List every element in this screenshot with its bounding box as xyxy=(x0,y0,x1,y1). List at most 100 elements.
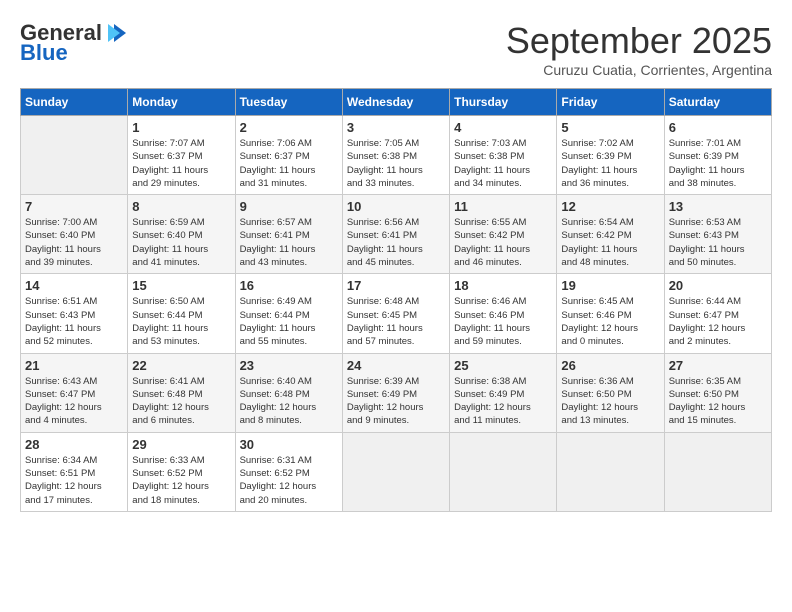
day-info: Sunrise: 6:35 AM Sunset: 6:50 PM Dayligh… xyxy=(669,375,767,428)
calendar-cell: 27 Sunrise: 6:35 AM Sunset: 6:50 PM Dayli… xyxy=(664,353,771,432)
calendar-cell: 10Sunrise: 6:56 AM Sunset: 6:41 PM Dayli… xyxy=(342,195,449,274)
day-info: Sunrise: 6:36 AM Sunset: 6:50 PM Dayligh… xyxy=(561,375,659,428)
calendar-cell: 11 Sunrise: 6:55 AM Sunset: 6:42 PM Dayli… xyxy=(450,195,557,274)
calendar-cell: 26 Sunrise: 6:36 AM Sunset: 6:50 PM Dayli… xyxy=(557,353,664,432)
calendar-cell: 7 Sunrise: 7:00 AM Sunset: 6:40 PM Daylig… xyxy=(21,195,128,274)
day-number: 24 xyxy=(347,358,445,373)
calendar-cell: 3 Sunrise: 7:05 AM Sunset: 6:38 PM Daylig… xyxy=(342,116,449,195)
day-info: Sunrise: 6:31 AM Sunset: 6:52 PM Dayligh… xyxy=(240,454,338,507)
calendar-cell: 15 Sunrise: 6:50 AM Sunset: 6:44 PM Dayli… xyxy=(128,274,235,353)
calendar-cell: 29 Sunrise: 6:33 AM Sunset: 6:52 PM Dayli… xyxy=(128,432,235,511)
calendar-table: SundayMondayTuesdayWednesdayThursdayFrid… xyxy=(20,88,772,512)
day-number: 6 xyxy=(669,120,767,135)
calendar-cell: 4Sunrise: 7:03 AM Sunset: 6:38 PM Daylig… xyxy=(450,116,557,195)
day-number: 7 xyxy=(25,199,123,214)
day-info: Sunrise: 6:55 AM Sunset: 6:42 PM Dayligh… xyxy=(454,216,552,269)
day-info: Sunrise: 7:02 AM Sunset: 6:39 PM Dayligh… xyxy=(561,137,659,190)
day-number: 21 xyxy=(25,358,123,373)
day-header-sunday: Sunday xyxy=(21,89,128,116)
page-header: General Blue September 2025 Curuzu Cuati… xyxy=(20,20,772,78)
calendar-cell: 5 Sunrise: 7:02 AM Sunset: 6:39 PM Daylig… xyxy=(557,116,664,195)
day-header-tuesday: Tuesday xyxy=(235,89,342,116)
day-info: Sunrise: 6:51 AM Sunset: 6:43 PM Dayligh… xyxy=(25,295,123,348)
day-info: Sunrise: 6:57 AM Sunset: 6:41 PM Dayligh… xyxy=(240,216,338,269)
calendar-cell: 22 Sunrise: 6:41 AM Sunset: 6:48 PM Dayli… xyxy=(128,353,235,432)
day-number: 3 xyxy=(347,120,445,135)
logo-blue-text: Blue xyxy=(20,40,68,66)
day-info: Sunrise: 6:44 AM Sunset: 6:47 PM Dayligh… xyxy=(669,295,767,348)
day-header-saturday: Saturday xyxy=(664,89,771,116)
calendar-cell: 20 Sunrise: 6:44 AM Sunset: 6:47 PM Dayli… xyxy=(664,274,771,353)
day-number: 22 xyxy=(132,358,230,373)
day-number: 13 xyxy=(669,199,767,214)
calendar-cell: 30 Sunrise: 6:31 AM Sunset: 6:52 PM Dayli… xyxy=(235,432,342,511)
day-info: Sunrise: 6:50 AM Sunset: 6:44 PM Dayligh… xyxy=(132,295,230,348)
day-info: Sunrise: 7:01 AM Sunset: 6:39 PM Dayligh… xyxy=(669,137,767,190)
day-info: Sunrise: 6:46 AM Sunset: 6:46 PM Dayligh… xyxy=(454,295,552,348)
day-info: Sunrise: 6:38 AM Sunset: 6:49 PM Dayligh… xyxy=(454,375,552,428)
day-number: 26 xyxy=(561,358,659,373)
calendar-cell xyxy=(557,432,664,511)
day-number: 15 xyxy=(132,278,230,293)
title-block: September 2025 Curuzu Cuatia, Corrientes… xyxy=(506,20,772,78)
day-number: 11 xyxy=(454,199,552,214)
calendar-cell: 8 Sunrise: 6:59 AM Sunset: 6:40 PM Daylig… xyxy=(128,195,235,274)
month-year: September 2025 xyxy=(506,20,772,62)
calendar-cell: 24 Sunrise: 6:39 AM Sunset: 6:49 PM Dayli… xyxy=(342,353,449,432)
calendar-cell: 1Sunrise: 7:07 AM Sunset: 6:37 PM Daylig… xyxy=(128,116,235,195)
day-number: 19 xyxy=(561,278,659,293)
day-info: Sunrise: 6:49 AM Sunset: 6:44 PM Dayligh… xyxy=(240,295,338,348)
day-number: 29 xyxy=(132,437,230,452)
calendar-cell: 12 Sunrise: 6:54 AM Sunset: 6:42 PM Dayli… xyxy=(557,195,664,274)
day-header-monday: Monday xyxy=(128,89,235,116)
day-number: 8 xyxy=(132,199,230,214)
day-number: 9 xyxy=(240,199,338,214)
day-number: 30 xyxy=(240,437,338,452)
day-info: Sunrise: 6:54 AM Sunset: 6:42 PM Dayligh… xyxy=(561,216,659,269)
day-info: Sunrise: 6:41 AM Sunset: 6:48 PM Dayligh… xyxy=(132,375,230,428)
day-header-thursday: Thursday xyxy=(450,89,557,116)
day-info: Sunrise: 6:43 AM Sunset: 6:47 PM Dayligh… xyxy=(25,375,123,428)
day-info: Sunrise: 7:07 AM Sunset: 6:37 PM Dayligh… xyxy=(132,137,230,190)
day-info: Sunrise: 6:33 AM Sunset: 6:52 PM Dayligh… xyxy=(132,454,230,507)
calendar-cell: 9 Sunrise: 6:57 AM Sunset: 6:41 PM Daylig… xyxy=(235,195,342,274)
day-number: 14 xyxy=(25,278,123,293)
day-number: 23 xyxy=(240,358,338,373)
day-number: 18 xyxy=(454,278,552,293)
calendar-cell: 25 Sunrise: 6:38 AM Sunset: 6:49 PM Dayli… xyxy=(450,353,557,432)
day-number: 25 xyxy=(454,358,552,373)
day-header-wednesday: Wednesday xyxy=(342,89,449,116)
day-info: Sunrise: 6:48 AM Sunset: 6:45 PM Dayligh… xyxy=(347,295,445,348)
day-number: 20 xyxy=(669,278,767,293)
calendar-cell xyxy=(450,432,557,511)
day-number: 16 xyxy=(240,278,338,293)
logo: General Blue xyxy=(20,20,128,66)
day-info: Sunrise: 6:39 AM Sunset: 6:49 PM Dayligh… xyxy=(347,375,445,428)
day-info: Sunrise: 6:59 AM Sunset: 6:40 PM Dayligh… xyxy=(132,216,230,269)
day-header-friday: Friday xyxy=(557,89,664,116)
day-number: 4 xyxy=(454,120,552,135)
day-number: 28 xyxy=(25,437,123,452)
calendar-cell xyxy=(342,432,449,511)
day-number: 17 xyxy=(347,278,445,293)
calendar-cell xyxy=(664,432,771,511)
day-info: Sunrise: 6:45 AM Sunset: 6:46 PM Dayligh… xyxy=(561,295,659,348)
calendar-cell: 21 Sunrise: 6:43 AM Sunset: 6:47 PM Dayli… xyxy=(21,353,128,432)
day-number: 2 xyxy=(240,120,338,135)
calendar-cell: 16 Sunrise: 6:49 AM Sunset: 6:44 PM Dayli… xyxy=(235,274,342,353)
calendar-cell: 14 Sunrise: 6:51 AM Sunset: 6:43 PM Dayli… xyxy=(21,274,128,353)
day-number: 10 xyxy=(347,199,445,214)
day-info: Sunrise: 6:53 AM Sunset: 6:43 PM Dayligh… xyxy=(669,216,767,269)
location: Curuzu Cuatia, Corrientes, Argentina xyxy=(506,62,772,78)
calendar-cell: 17 Sunrise: 6:48 AM Sunset: 6:45 PM Dayli… xyxy=(342,274,449,353)
calendar-cell: 2Sunrise: 7:06 AM Sunset: 6:37 PM Daylig… xyxy=(235,116,342,195)
day-info: Sunrise: 7:05 AM Sunset: 6:38 PM Dayligh… xyxy=(347,137,445,190)
calendar-cell: 19 Sunrise: 6:45 AM Sunset: 6:46 PM Dayli… xyxy=(557,274,664,353)
day-info: Sunrise: 6:34 AM Sunset: 6:51 PM Dayligh… xyxy=(25,454,123,507)
day-number: 12 xyxy=(561,199,659,214)
day-number: 5 xyxy=(561,120,659,135)
day-info: Sunrise: 7:00 AM Sunset: 6:40 PM Dayligh… xyxy=(25,216,123,269)
logo-icon xyxy=(106,22,128,44)
calendar-cell: 23Sunrise: 6:40 AM Sunset: 6:48 PM Dayli… xyxy=(235,353,342,432)
day-number: 27 xyxy=(669,358,767,373)
